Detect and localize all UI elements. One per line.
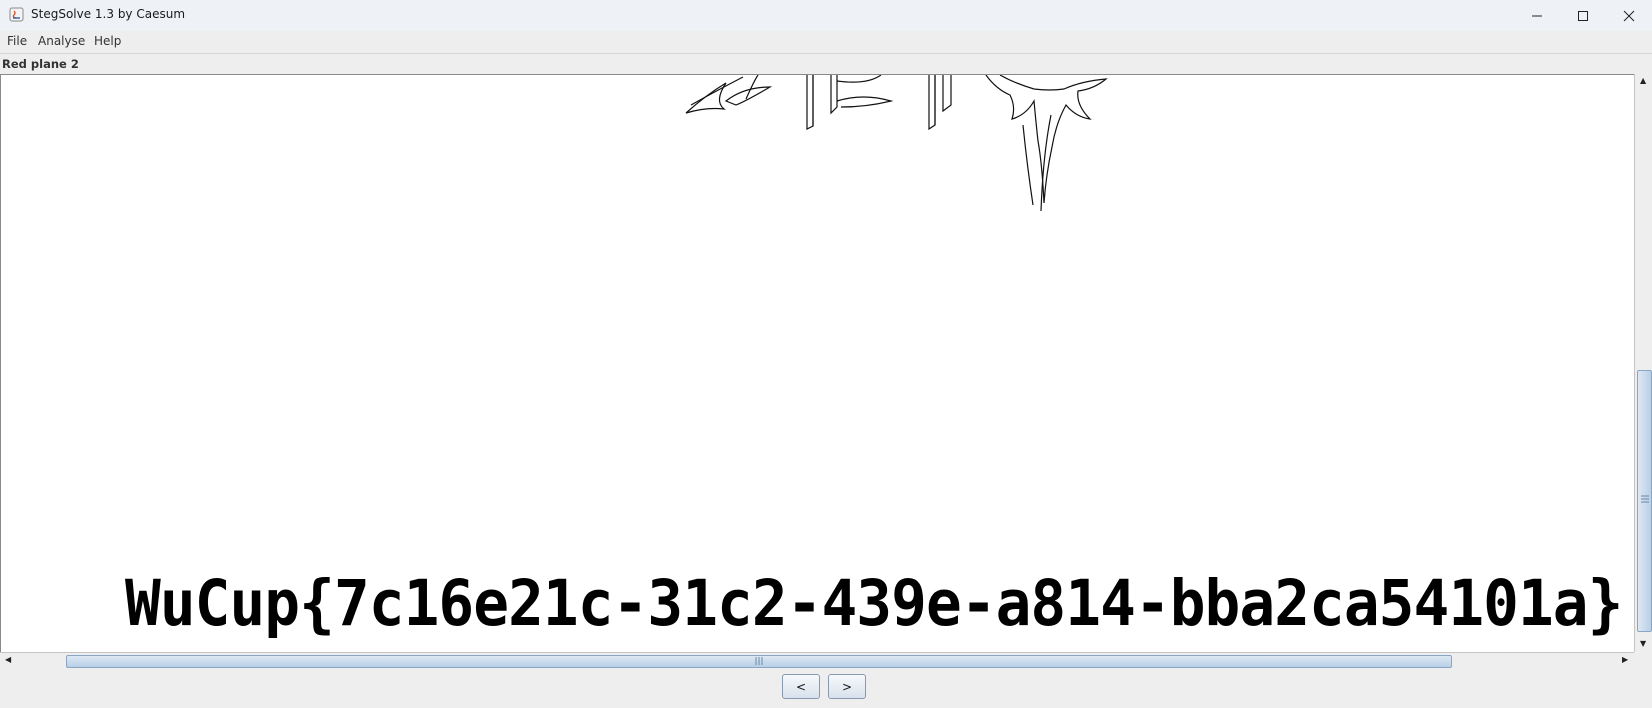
- scroll-up-icon[interactable]: ▲: [1640, 77, 1646, 85]
- image-viewport: WuCup{7c16e21c-31c2-439e-a814-bba2ca5410…: [0, 74, 1635, 653]
- menu-analyse[interactable]: Analyse: [38, 34, 85, 48]
- horizontal-scrollbar[interactable]: ◀ ▶: [0, 652, 1634, 669]
- scroll-down-icon[interactable]: ▼: [1640, 640, 1646, 648]
- next-plane-button[interactable]: >: [828, 674, 866, 699]
- vertical-scroll-thumb[interactable]: [1637, 370, 1652, 632]
- horizontal-scroll-thumb[interactable]: [66, 655, 1452, 668]
- title-bar: StegSolve 1.3 by Caesum: [0, 0, 1652, 32]
- plane-label: Red plane 2: [2, 57, 79, 71]
- grip-icon: [755, 657, 763, 665]
- maximize-button[interactable]: [1560, 0, 1606, 31]
- scroll-corner: [1634, 652, 1652, 668]
- scroll-left-icon[interactable]: ◀: [5, 656, 11, 664]
- minimize-button[interactable]: [1514, 0, 1560, 31]
- minimize-icon: [1532, 15, 1542, 16]
- prev-plane-button[interactable]: <: [782, 674, 820, 699]
- menu-help[interactable]: Help: [94, 34, 121, 48]
- menu-bar: File Analyse Help: [0, 31, 1652, 54]
- window-title: StegSolve 1.3 by Caesum: [31, 7, 186, 21]
- grip-icon: [1641, 495, 1649, 503]
- close-icon: [1623, 10, 1635, 21]
- close-button[interactable]: [1606, 0, 1652, 31]
- menu-file[interactable]: File: [7, 34, 27, 48]
- vertical-scrollbar[interactable]: ▲ ▼: [1634, 74, 1652, 652]
- maximize-icon: [1578, 10, 1588, 21]
- java-icon: [9, 7, 24, 22]
- scroll-right-icon[interactable]: ▶: [1622, 656, 1628, 664]
- flag-text: WuCup{7c16e21c-31c2-439e-a814-bba2ca5410…: [125, 567, 1623, 640]
